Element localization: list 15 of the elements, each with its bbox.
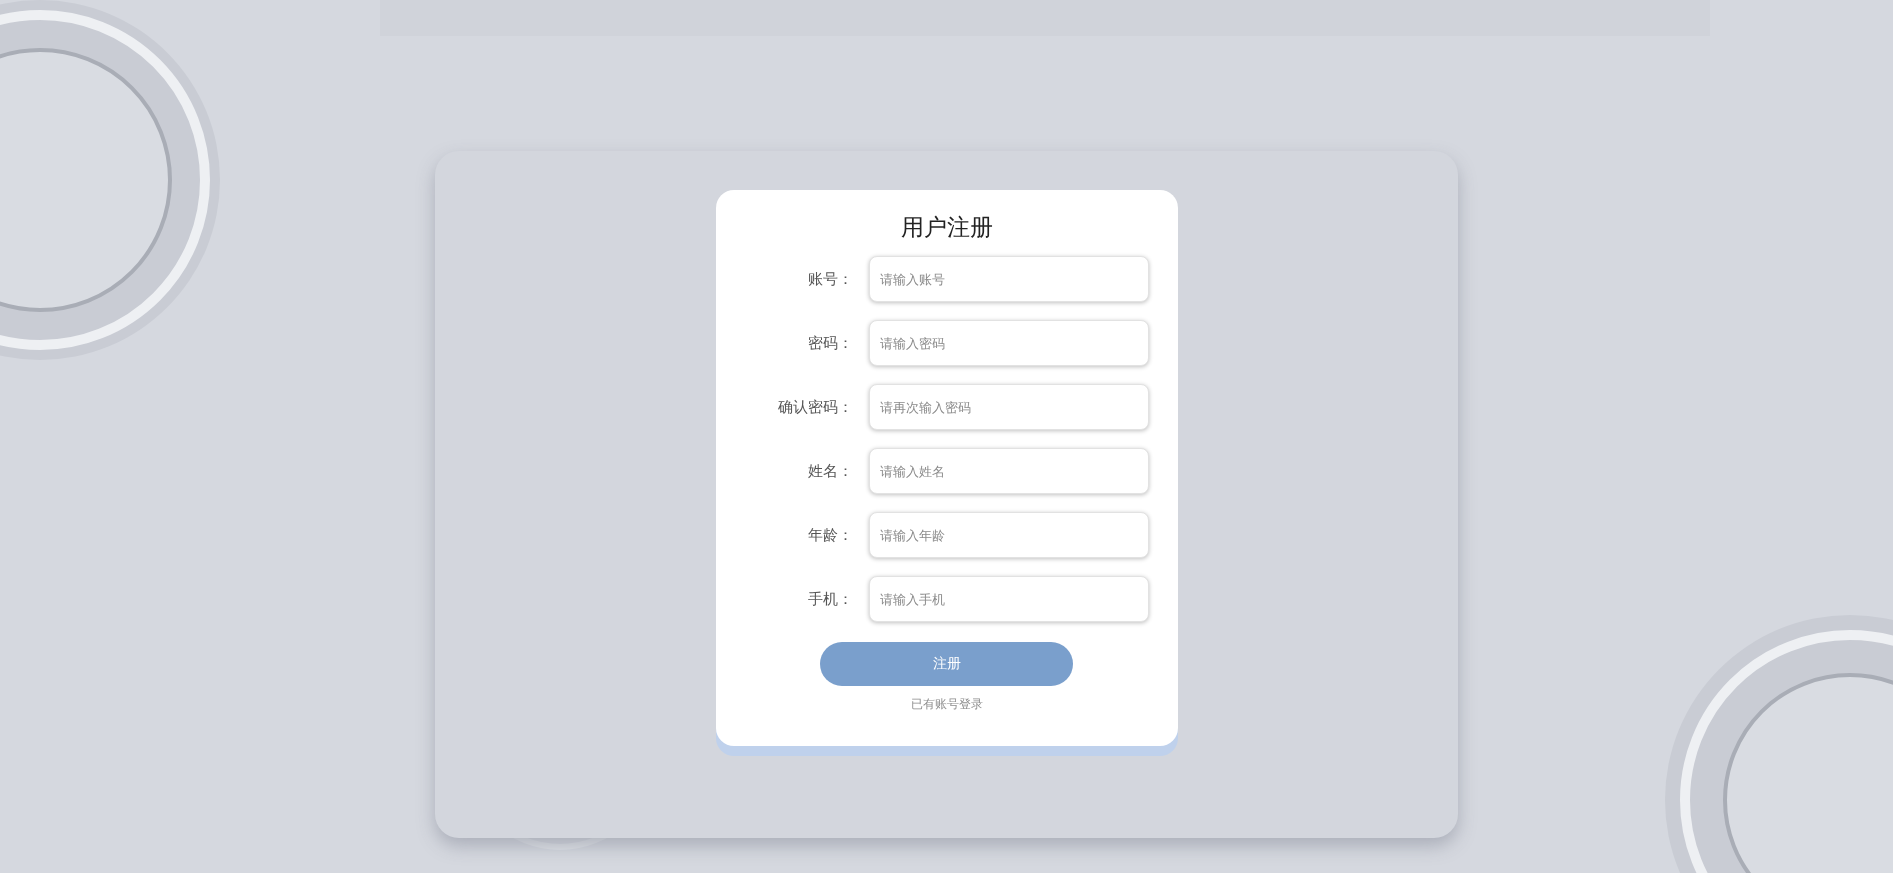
field-label: 年龄：: [808, 525, 853, 545]
field-label: 确认密码：: [778, 397, 853, 417]
register-button[interactable]: 注册: [820, 642, 1073, 686]
input-field[interactable]: 请输入密码: [869, 320, 1149, 366]
input-field[interactable]: 请输入年龄: [869, 512, 1149, 558]
field-label: 账号：: [808, 269, 853, 289]
input-field[interactable]: 请输入账号: [869, 256, 1149, 302]
field-label: 手机：: [808, 589, 853, 609]
form-title: 用户注册: [900, 213, 993, 242]
field-label: 姓名：: [808, 461, 853, 481]
input-field[interactable]: 请输入姓名: [869, 448, 1149, 494]
input-field[interactable]: 请输入手机: [869, 576, 1149, 622]
input-field[interactable]: 请再次输入密码: [869, 384, 1149, 430]
login-link[interactable]: 已有账号登录: [910, 696, 983, 713]
field-label: 密码：: [808, 333, 853, 353]
